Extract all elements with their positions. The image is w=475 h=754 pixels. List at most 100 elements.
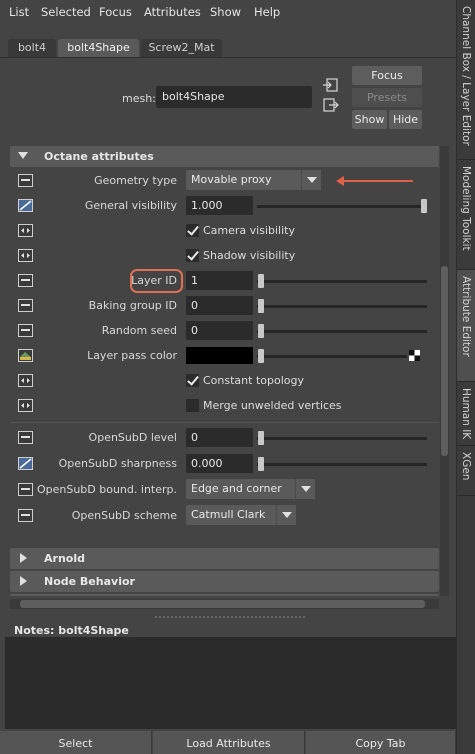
chevron-down-icon	[295, 479, 315, 499]
minus-attribute-icon[interactable]	[18, 299, 33, 312]
presets-button[interactable]: Presets	[352, 88, 422, 107]
menu-selected[interactable]: Selected	[41, 5, 91, 19]
node-tabs: bolt4 bolt4Shape Screw2_Mat	[0, 34, 456, 58]
section-node-behavior[interactable]: Node Behavior	[10, 571, 439, 592]
collapse-arrow-icon	[18, 152, 28, 159]
baking-group-slider-thumb[interactable]	[258, 299, 264, 313]
copy-tab-button[interactable]: Copy Tab	[306, 731, 456, 754]
opensubd-level-slider[interactable]	[257, 437, 427, 440]
toggle-attribute-icon[interactable]	[18, 399, 33, 412]
mesh-name-field[interactable]: bolt4Shape	[156, 86, 312, 108]
menu-help[interactable]: Help	[254, 5, 280, 19]
tab-modeling-toolkit-label: Modeling Toolkit	[460, 166, 472, 251]
merge-unwelded-checkbox[interactable]	[186, 399, 199, 412]
horizontal-scrollbar[interactable]	[10, 599, 439, 609]
row-opensubd-scheme: OpenSubD scheme Catmull Clark	[10, 504, 439, 528]
opensubd-sharpness-slider-thumb[interactable]	[258, 457, 264, 471]
minus-attribute-icon[interactable]	[18, 483, 33, 496]
curve-attribute-icon[interactable]	[18, 199, 33, 212]
general-visibility-slider[interactable]	[257, 205, 427, 208]
horizontal-scrollbar-thumb[interactable]	[20, 600, 425, 608]
tab-xgen[interactable]: XGen	[457, 446, 475, 496]
tab-channel-box[interactable]: Channel Box / Layer Editor	[457, 0, 475, 160]
curve-attribute-icon[interactable]	[18, 457, 33, 470]
vertical-scrollbar-thumb[interactable]	[441, 266, 448, 456]
camera-visibility-label: Camera visibility	[203, 224, 295, 237]
layer-pass-color-slider[interactable]	[257, 355, 407, 358]
color-attribute-icon[interactable]	[18, 349, 33, 362]
checker-texture-icon[interactable]	[409, 350, 420, 361]
layer-id-label: Layer ID	[131, 274, 177, 287]
minus-attribute-icon[interactable]	[18, 174, 33, 187]
opensubd-level-field[interactable]: 0	[186, 428, 253, 447]
show-button[interactable]: Show	[352, 110, 387, 129]
toggle-attribute-icon[interactable]	[18, 224, 33, 237]
menu-show[interactable]: Show	[210, 5, 241, 19]
load-attributes-button[interactable]: Load Attributes	[153, 731, 305, 754]
minus-attribute-icon[interactable]	[18, 324, 33, 337]
minus-attribute-icon[interactable]	[18, 431, 33, 444]
layer-pass-color-label: Layer pass color	[87, 349, 177, 362]
bottom-button-bar: Select Load Attributes Copy Tab	[0, 731, 456, 754]
row-layer-pass-color: Layer pass color	[10, 344, 439, 368]
node-header: mesh: bolt4Shape Focus Presets Show Hide	[0, 58, 456, 138]
camera-visibility-checkbox[interactable]	[186, 224, 199, 237]
opensubd-scheme-label: OpenSubD scheme	[71, 509, 177, 522]
tab-screw2-mat[interactable]: Screw2_Mat	[141, 39, 222, 58]
minus-attribute-icon[interactable]	[18, 274, 33, 287]
output-connection-icon[interactable]	[323, 98, 339, 112]
random-seed-field[interactable]: 0	[186, 321, 253, 340]
tab-bolt4shape[interactable]: bolt4Shape	[58, 39, 139, 58]
layer-id-slider[interactable]	[257, 280, 427, 283]
attribute-panel: Octane attributes Geometry type Movable …	[10, 146, 439, 596]
tab-modeling-toolkit[interactable]: Modeling Toolkit	[457, 160, 475, 270]
minus-attribute-icon[interactable]	[18, 509, 33, 522]
select-button[interactable]: Select	[0, 731, 152, 754]
random-seed-slider[interactable]	[257, 330, 427, 333]
opensubd-sharpness-field[interactable]: 0.000	[186, 454, 253, 473]
row-opensubd-bound-interp: OpenSubD bound. interp. Edge and corner	[10, 478, 439, 502]
section-divider	[10, 422, 439, 423]
input-connection-icon[interactable]	[323, 78, 339, 92]
mesh-label: mesh:	[122, 92, 156, 105]
splitter-handle[interactable]	[155, 616, 305, 618]
hide-button[interactable]: Hide	[389, 110, 422, 129]
section-arnold[interactable]: Arnold	[10, 548, 439, 569]
layer-pass-color-slider-thumb[interactable]	[258, 349, 264, 363]
section-octane-attributes[interactable]: Octane attributes	[10, 146, 439, 167]
opensubd-bound-dropdown[interactable]: Edge and corner	[186, 479, 315, 499]
geometry-type-value: Movable proxy	[191, 173, 272, 186]
menu-list[interactable]: List	[9, 5, 29, 19]
layer-id-field[interactable]: 1	[186, 271, 253, 290]
geometry-type-label: Geometry type	[94, 174, 177, 187]
notes-textarea[interactable]	[5, 637, 456, 729]
toggle-attribute-icon[interactable]	[18, 374, 33, 387]
opensubd-scheme-dropdown[interactable]: Catmull Clark	[186, 505, 296, 525]
tab-attribute-editor[interactable]: Attribute Editor	[457, 270, 475, 382]
random-seed-slider-thumb[interactable]	[258, 324, 264, 338]
opensubd-bound-label: OpenSubD bound. interp.	[36, 483, 177, 496]
layer-id-slider-thumb[interactable]	[258, 274, 264, 288]
opensubd-sharpness-slider[interactable]	[257, 463, 427, 466]
constant-topology-checkbox[interactable]	[186, 374, 199, 387]
shadow-visibility-checkbox[interactable]	[186, 249, 199, 262]
row-opensubd-level: OpenSubD level 0	[10, 426, 439, 450]
opensubd-level-slider-thumb[interactable]	[258, 431, 264, 445]
geometry-type-dropdown[interactable]: Movable proxy	[186, 170, 321, 190]
section-partial[interactable]	[10, 594, 439, 596]
baking-group-slider[interactable]	[257, 305, 427, 308]
toggle-attribute-icon[interactable]	[18, 249, 33, 262]
baking-group-field[interactable]: 0	[186, 296, 253, 315]
vertical-scrollbar[interactable]	[440, 146, 449, 596]
focus-button[interactable]: Focus	[352, 66, 422, 85]
row-baking-group-id: Baking group ID 0	[10, 294, 439, 318]
general-visibility-slider-thumb[interactable]	[421, 199, 427, 213]
menu-attributes[interactable]: Attributes	[144, 5, 201, 19]
row-random-seed: Random seed 0	[10, 319, 439, 343]
layer-pass-color-swatch[interactable]	[186, 347, 253, 364]
tab-human-ik[interactable]: Human IK	[457, 382, 475, 446]
annotation-arrow	[336, 176, 413, 186]
menu-focus[interactable]: Focus	[99, 5, 132, 19]
general-visibility-field[interactable]: 1.000	[186, 196, 253, 215]
tab-bolt4[interactable]: bolt4	[8, 39, 56, 58]
